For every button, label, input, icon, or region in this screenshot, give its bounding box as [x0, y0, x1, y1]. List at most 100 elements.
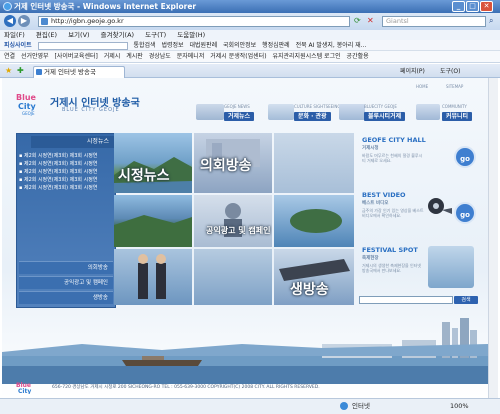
fav-item[interactable]: 선거안영부 [21, 51, 49, 62]
fav-item[interactable]: 거제시 문생작(업센터) [210, 51, 266, 62]
tile-news[interactable]: 시정뉴스 [114, 133, 192, 193]
tile-people[interactable] [114, 249, 192, 305]
stop-icon[interactable]: ✕ [367, 16, 374, 25]
search-icon[interactable]: ⌕ [489, 16, 493, 26]
nav-culture-image [268, 104, 294, 120]
bestvideo-go-button[interactable]: go [454, 202, 476, 224]
menu-tools[interactable]: 도구(T) [145, 31, 166, 39]
tile-coast[interactable] [114, 195, 192, 247]
search-input[interactable]: Giantsl [382, 16, 486, 27]
links-item[interactable]: 국회의안정보 [223, 40, 256, 50]
news-link[interactable]: ▪ 제2회 시정연(제3회) 제3회 시정연 [19, 176, 97, 183]
news-link-text: 제2회 시정연(제3회) 제3회 시정연 [23, 161, 98, 167]
address-url: http://igbn.geoje.go.kr [51, 17, 124, 25]
news-link-text: 제2회 시정연(제3회) 제3회 시정연 [23, 153, 98, 159]
internet-zone-icon [340, 402, 348, 410]
news-link[interactable]: ▪ 제2회 시정연(제3회) 제3회 시정연 [19, 184, 97, 191]
links-item[interactable]: 법령정보 [161, 40, 183, 50]
fav-item[interactable]: 거제시 [104, 51, 121, 62]
fav-item[interactable]: [사이버교육센터] [55, 51, 98, 62]
news-link[interactable]: ▪ 제2회 시정연(제3회) 제3회 시정연 [19, 160, 97, 167]
back-icon[interactable]: ◀ [4, 15, 16, 27]
bestvideo-desc: 금주의 가장 인기 있는 영상을 베스트비디오에서 확인하세요. [362, 208, 424, 218]
coast-image [114, 215, 192, 247]
address-input[interactable]: http://igbn.geoje.go.kr [38, 16, 350, 27]
maximize-button[interactable]: □ [466, 1, 479, 12]
nav-bluecity-sub: BLUECITY GEOJE [364, 104, 397, 109]
favorites-bar: 연결 선거안영부 [사이버교육센터] 거제시 계시판 경상남도 문자메니저 거제… [0, 51, 500, 63]
svg-text:GEOJE: GEOJE [22, 111, 35, 116]
menu-help[interactable]: 도움말(H) [177, 31, 205, 39]
menu-file[interactable]: 파일(F) [4, 31, 25, 39]
home-link[interactable]: HOME [416, 84, 428, 89]
fav-item[interactable]: 공간활용 [347, 51, 369, 62]
window-titlebar: 거제 인터넷 방송국 - Windows Internet Explorer _… [0, 0, 500, 13]
close-button[interactable]: ✕ [480, 1, 493, 12]
zone-label: 인터넷 [352, 402, 370, 410]
menu-view[interactable]: 보기(V) [68, 31, 89, 39]
video-search-button[interactable]: 검색 [454, 296, 478, 304]
video-grid: 시정뉴스 의회방송 공익광고 및 캠페인 생방송 [114, 133, 354, 305]
nav-community[interactable]: 커뮤니티 [442, 112, 473, 121]
page-menu[interactable]: 페이지(P) [400, 66, 425, 75]
live-button[interactable]: 생방송 [19, 291, 113, 304]
page-icon [41, 18, 48, 25]
svg-text:City: City [18, 388, 31, 394]
links-item[interactable]: 전북 AI 발생지, 봉아리 재... [296, 40, 367, 50]
menu-favorites[interactable]: 즐겨찾기(A) [101, 31, 134, 39]
footer-logo: Blue City [16, 380, 46, 395]
cityhall-go-button[interactable]: go [454, 146, 476, 168]
tools-menu[interactable]: 도구(O) [440, 66, 460, 75]
forward-icon[interactable]: ▶ [18, 15, 30, 27]
links-item[interactable]: 통합검색 [133, 40, 155, 50]
tile-campaign[interactable]: 공익광고 및 캠페인 [194, 195, 272, 247]
cityhall-subtitle: 거제시청 [362, 146, 379, 151]
news-link-text: 제2회 시정연(제3회) 제3회 시정연 [23, 185, 98, 191]
nav-news-image [196, 104, 224, 120]
news-link[interactable]: ▪ 제2회 시정연(제3회) 제3회 시정연 [19, 152, 97, 159]
links-item[interactable]: 행정심판례 [262, 40, 290, 50]
left-panel-header[interactable]: 시정뉴스 [31, 136, 115, 148]
tile-island[interactable] [274, 195, 354, 247]
add-favorite-icon[interactable]: ✚ [17, 66, 24, 75]
fav-item[interactable]: 문자메니저 [177, 51, 205, 62]
menu-edit[interactable]: 편집(E) [36, 31, 57, 39]
links-item[interactable]: 대법원판례 [189, 40, 217, 50]
browser-tab[interactable]: 거제 인터넷 방송국 [33, 66, 125, 78]
fav-item[interactable]: 유지관리지원시스템 로그인 [272, 51, 340, 62]
links-label: 피싱사이트 [4, 42, 32, 49]
refresh-icon[interactable]: ⟳ [354, 16, 361, 25]
tab-title: 거제 인터넷 방송국 [44, 68, 96, 76]
tile-council[interactable]: 의회방송 [194, 133, 272, 193]
fav-item[interactable]: 경상남도 [149, 51, 171, 62]
svg-text:City: City [18, 102, 36, 111]
favorites-star-icon[interactable]: ★ [5, 66, 12, 75]
vertical-scrollbar[interactable] [488, 78, 498, 398]
council-button[interactable]: 의회방송 [19, 261, 113, 274]
links-dropdown[interactable] [37, 41, 128, 50]
video-search-select[interactable] [359, 296, 453, 304]
bestvideo-title[interactable]: BEST VIDEO [362, 191, 406, 199]
site-logo[interactable]: Blue City GEOJE [16, 90, 46, 116]
sitemap-link[interactable]: SITEMAP [446, 84, 463, 89]
fav-item[interactable]: 계시판 [126, 51, 143, 62]
zoom-level[interactable]: 100% [450, 399, 469, 413]
tile-blank-1[interactable] [274, 133, 354, 193]
tile-council-label: 의회방송 [200, 158, 252, 174]
tile-blank-2[interactable] [194, 249, 272, 305]
tile-live[interactable]: 생방송 [274, 249, 354, 305]
minimize-button[interactable]: _ [452, 1, 465, 12]
festival-title[interactable]: FESTIVAL SPOT [362, 246, 418, 254]
film-reel-icon [426, 196, 452, 216]
nav-bluecity[interactable]: 블루시티거제 [364, 112, 406, 121]
news-link[interactable]: ▪ 제2회 시정연(제3회) 제3회 시정연 [19, 168, 97, 175]
campaign-button[interactable]: 공익광고 및 캠페인 [19, 276, 113, 289]
cityhall-title[interactable]: GEOFE CITY HALL [362, 136, 426, 144]
people-image [138, 254, 166, 299]
nav-culture[interactable]: 문화 · 관광 [294, 112, 331, 121]
nav-community-image [416, 104, 440, 120]
nav-news[interactable]: 거제뉴스 [224, 112, 255, 121]
ie-app-icon [3, 2, 12, 11]
bestvideo-subtitle: 베스트 비디오 [362, 201, 389, 206]
site-subtitle: BLUE CITY GEOJE [62, 107, 120, 113]
